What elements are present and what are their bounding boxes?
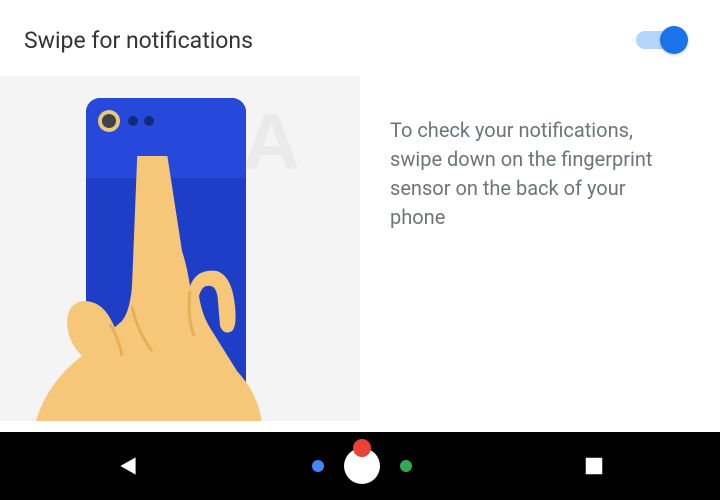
nav-recents-button[interactable] [583, 455, 605, 477]
nav-home-button[interactable] [302, 446, 422, 486]
setting-header: Swipe for notifications [0, 0, 720, 76]
back-triangle-icon [115, 453, 141, 479]
assistant-dot-green-icon [400, 460, 412, 472]
page-title: Swipe for notifications [24, 27, 253, 54]
nav-back-button[interactable] [115, 453, 141, 479]
navigation-bar [0, 432, 720, 500]
assistant-dot-red-icon [353, 439, 371, 457]
hand-icon [22, 156, 322, 421]
feature-toggle[interactable] [636, 24, 688, 56]
toggle-thumb [660, 26, 688, 54]
assistant-dot-blue-icon [312, 460, 324, 472]
description-text: To check your notifications, swipe down … [390, 116, 680, 232]
description-panel: To check your notifications, swipe down … [360, 76, 720, 421]
illustration-panel: A [0, 76, 360, 421]
content-area: A To check your notifications, swipe dow… [0, 76, 720, 421]
recents-square-icon [583, 455, 605, 477]
